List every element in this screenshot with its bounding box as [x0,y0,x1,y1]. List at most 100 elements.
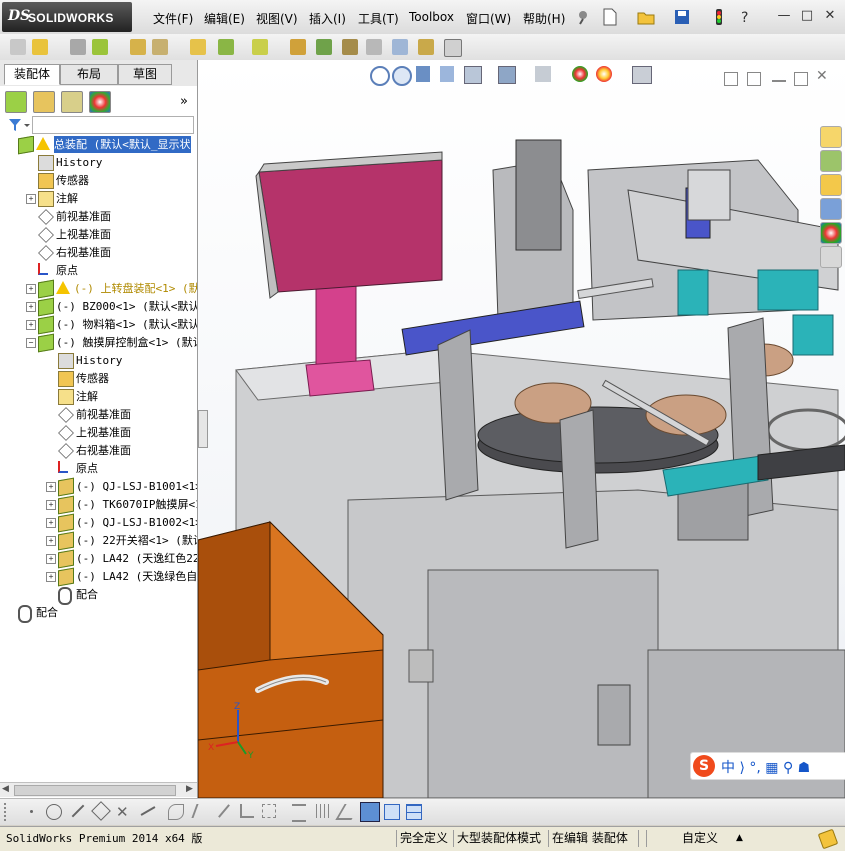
tree-node[interactable]: 注解 [0,388,197,405]
isometric-view-icon[interactable] [360,802,380,822]
insert-component-icon[interactable] [10,39,26,55]
tree-node[interactable]: 原点 [0,460,197,477]
tree-node[interactable]: 原点 [0,262,197,279]
trim-icon[interactable]: ✕ [116,803,129,821]
menu-window[interactable]: 窗口(W) [466,10,511,27]
new-document-icon[interactable] [601,8,619,26]
grid-icon[interactable] [316,804,330,818]
units-arrow-icon[interactable]: ▲ [734,830,743,847]
tree-expand-toggle[interactable]: + [46,482,56,492]
tree-node[interactable]: + 注解 [0,190,197,207]
view-orientation-icon[interactable] [464,66,482,84]
viewport-close-icon[interactable]: ✕ [816,68,828,84]
section-view-icon[interactable] [440,66,454,82]
menu-tools[interactable]: 工具(T) [358,10,399,27]
zoom-to-fit-icon[interactable] [370,66,390,86]
solidworks-logo[interactable]: DS SOLIDWORKS [2,2,132,32]
assembly-features-icon[interactable] [218,39,234,55]
exploded-view-icon[interactable] [342,39,358,55]
menu-view[interactable]: 视图(V) [256,10,298,27]
filter-icon[interactable] [8,118,30,132]
appearances-scenes-icon[interactable] [820,222,842,244]
tree-node[interactable]: 上视基准面 [0,424,197,441]
tree-node[interactable]: 传感器 [0,370,197,387]
tree-expand-toggle[interactable]: − [26,338,36,348]
graphics-viewport[interactable]: Z X Y [198,60,845,798]
new-motion-study-icon[interactable] [290,39,306,55]
construction-icon[interactable] [262,804,276,818]
viewport-split2-icon[interactable] [747,72,761,86]
polygon-icon[interactable] [91,801,111,821]
mate-icon[interactable] [70,39,86,55]
restore-button[interactable]: □ [799,9,815,23]
hide-show-items-icon[interactable] [535,66,551,82]
menu-edit[interactable]: 编辑(E) [204,10,245,27]
tree-node[interactable]: 传感器 [0,172,197,189]
point-icon[interactable] [30,810,33,813]
tree-expand-toggle[interactable]: + [26,284,36,294]
tree-node[interactable]: 上视基准面 [0,226,197,243]
reference-geometry-icon[interactable] [252,39,268,55]
tab-layout[interactable]: 布局 [60,64,118,85]
design-library-icon[interactable] [820,150,842,172]
large-assembly-mode-icon[interactable] [444,39,462,57]
interference-detection-icon[interactable] [392,39,408,55]
filter-field[interactable] [32,116,194,134]
pin-icon[interactable] [574,8,592,26]
tree-node[interactable]: 配合 [0,586,197,605]
centerline-icon[interactable] [218,804,230,818]
move-component-icon[interactable] [152,39,168,55]
viewport-split-icon[interactable] [724,72,738,86]
tree-node[interactable]: − (-) 触摸屏控制盒<1> (默认 [0,333,197,353]
tree-node[interactable]: 前视基准面 [0,208,197,225]
spline-icon[interactable] [168,804,184,820]
instant3d-icon[interactable] [418,39,434,55]
tree-node[interactable]: History [0,154,197,171]
tree-expand-toggle[interactable]: + [26,194,36,204]
apply-scene-icon[interactable] [596,66,612,82]
tree-expand-toggle[interactable]: + [26,302,36,312]
scroll-right-icon[interactable]: ▶ [186,784,193,794]
tree-expand-toggle[interactable]: + [46,518,56,528]
rebuild-traffic-light-icon[interactable] [710,8,728,26]
tree-node[interactable]: 前视基准面 [0,406,197,423]
ime-toolbar[interactable]: S 中 ⟩ °, ▦ ⚲ ☗ [690,752,845,780]
tree-node[interactable]: + (-) QJ-LSJ-B1002<1> ( [0,513,197,533]
file-explorer-icon[interactable] [820,174,842,196]
viewport-single-icon[interactable] [384,804,400,820]
tab-sketch[interactable]: 草图 [118,64,172,85]
linear-pattern-icon[interactable] [92,39,108,55]
line-icon[interactable] [71,804,85,818]
tree-node[interactable]: + (-) LA42 (天逸绿色自复 [0,567,197,587]
tree-node[interactable]: 总装配 (默认<默认_显示状 [0,136,197,155]
expand-panel-icon[interactable]: » [180,94,188,109]
circle-icon[interactable] [46,804,62,820]
menu-file[interactable]: 文件(F) [153,10,193,27]
tree-expand-toggle[interactable]: + [26,320,36,330]
tree-expand-toggle[interactable]: + [46,572,56,582]
close-button[interactable]: ✕ [822,9,838,23]
minimize-button[interactable]: — [776,9,792,23]
custom-properties-icon[interactable] [820,246,842,268]
display-style-icon[interactable] [498,66,516,84]
tree-node[interactable]: + (-) 物料箱<1> (默认<默认_显 [0,315,197,335]
tree-horizontal-scrollbar[interactable]: ◀ ▶ [0,782,197,797]
feature-manager-icon[interactable] [5,91,27,113]
tree-node[interactable]: 配合 [0,604,197,623]
tree-node[interactable]: + (-) BZ000<1> (默认<默认_显 [0,297,197,317]
tree-node[interactable]: + (-) 22开关褶<1> (默认< [0,531,197,551]
configuration-manager-icon[interactable] [61,91,83,113]
tree-node[interactable]: + (-) LA42 (天逸红色22急 [0,549,197,569]
offset-icon[interactable] [191,804,213,818]
menu-help[interactable]: 帮助(H) [523,10,565,27]
menu-toolbox[interactable]: Toolbox [409,10,454,24]
previous-view-icon[interactable] [416,66,430,82]
bill-of-materials-icon[interactable] [316,39,332,55]
view-palette-icon[interactable] [820,198,842,220]
save-icon[interactable] [673,8,691,26]
tab-assembly[interactable]: 装配体 [4,64,60,85]
tree-node[interactable]: + (-) TK6070IP触摸屏<1> [0,495,197,515]
tree-expand-toggle[interactable]: + [46,500,56,510]
tag-icon[interactable] [817,828,839,850]
explode-line-sketch-icon[interactable] [366,39,382,55]
